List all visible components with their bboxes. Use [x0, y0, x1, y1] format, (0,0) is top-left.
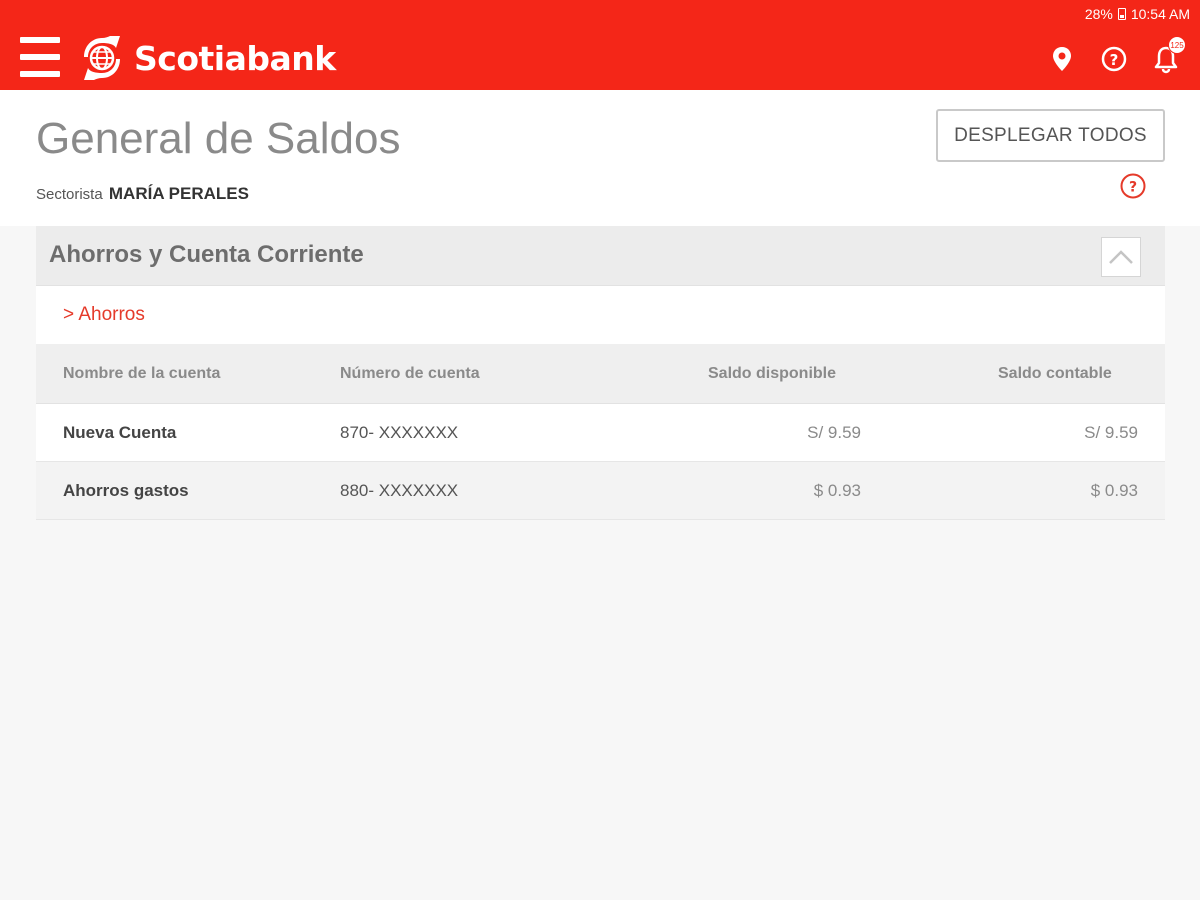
help-icon[interactable]: ? — [1119, 172, 1147, 200]
column-header-available-balance: Saldo disponible — [708, 364, 837, 382]
sectorista-info: Sectorista MARÍA PERALES — [36, 184, 249, 204]
column-header-accounting-balance: Saldo contable — [998, 364, 1112, 382]
table-row[interactable]: Nueva Cuenta 870- XXXXXXX S/ 9.59 S/ 9.5… — [36, 404, 1165, 462]
menu-icon[interactable] — [20, 37, 60, 77]
accounting-balance: S/ 9.59 — [1084, 422, 1138, 442]
available-balance: $ 0.93 — [813, 480, 861, 500]
svg-text:?: ? — [1129, 180, 1137, 196]
sectorista-name: MARÍA PERALES — [108, 184, 249, 203]
battery-level: 28% — [1084, 6, 1113, 22]
status-bar: 28% 10:54 AM — [1085, 6, 1190, 22]
notification-badge: 125 — [1168, 36, 1186, 54]
table-row[interactable]: Ahorros gastos 880- XXXXXXX $ 0.93 $ 0.9… — [36, 462, 1165, 520]
page-title-area: General de Saldos Sectorista MARÍA PERAL… — [0, 90, 1200, 226]
column-header-account-name: Nombre de la cuenta — [63, 364, 221, 382]
header-actions: ? 125 — [1048, 36, 1186, 74]
section-header[interactable]: Ahorros y Cuenta Corriente — [36, 226, 1165, 286]
account-number: 870- XXXXXXX — [340, 422, 459, 442]
scotiabank-logo-mark-icon — [84, 36, 120, 80]
notifications-button[interactable]: 125 — [1152, 36, 1186, 74]
account-number: 880- XXXXXXX — [340, 480, 459, 500]
location-pin-icon[interactable] — [1048, 44, 1076, 74]
account-name: Ahorros gastos — [63, 480, 189, 500]
svg-text:?: ? — [1110, 51, 1119, 69]
page-title: General de Saldos — [36, 114, 401, 163]
collapse-button[interactable] — [1101, 237, 1141, 277]
available-balance: S/ 9.59 — [807, 422, 861, 442]
accounts-section: Ahorros y Cuenta Corriente > Ahorros Nom… — [36, 226, 1165, 520]
brand-name: Scotiabank — [134, 38, 336, 78]
chevron-up-icon — [1109, 250, 1133, 264]
app-header: 28% 10:54 AM Scotiabank ? 125 — [0, 0, 1200, 90]
battery-icon — [1117, 8, 1126, 20]
help-icon[interactable]: ? — [1100, 44, 1128, 74]
column-header-account-number: Número de cuenta — [340, 364, 480, 382]
subsection-ahorros-link[interactable]: > Ahorros — [36, 286, 1165, 344]
sectorista-label: Sectorista — [36, 186, 103, 203]
clock: 10:54 AM — [1130, 6, 1190, 22]
accounting-balance: $ 0.93 — [1090, 480, 1138, 500]
scotiabank-logo: Scotiabank — [80, 34, 336, 82]
account-name: Nueva Cuenta — [63, 422, 177, 442]
section-title: Ahorros y Cuenta Corriente — [49, 241, 364, 268]
table-header: Nombre de la cuenta Número de cuenta Sal… — [36, 344, 1165, 404]
expand-all-button[interactable]: DESPLEGAR TODOS — [936, 109, 1165, 162]
